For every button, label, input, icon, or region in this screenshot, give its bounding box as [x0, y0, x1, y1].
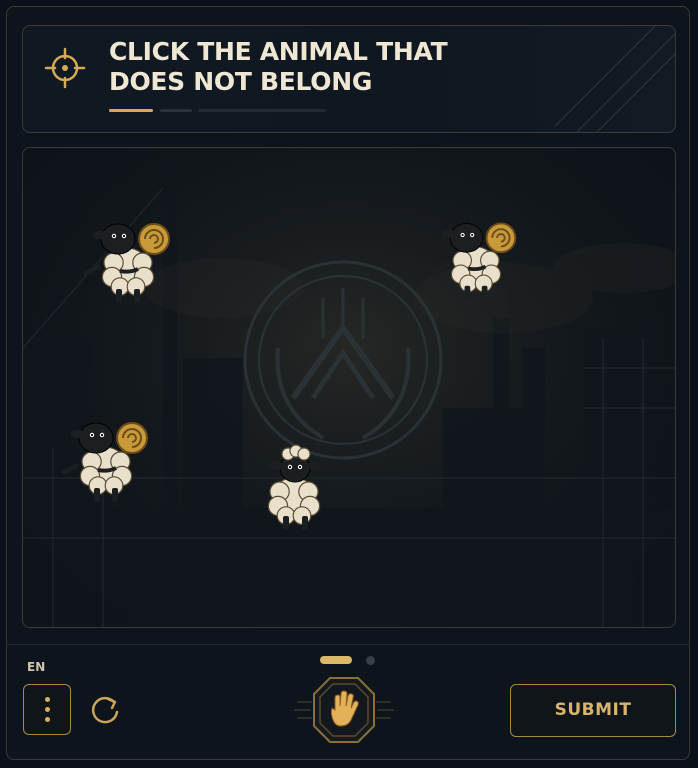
title-line-1: CLICK THE ANIMAL THAT: [109, 37, 448, 66]
animal-sheep-odd-one-out[interactable]: [258, 440, 332, 534]
title-line-2: DOES NOT BELONG: [109, 67, 373, 96]
progress-segment: [160, 109, 192, 112]
progress-segment: [198, 109, 326, 112]
footer-divider: [6, 644, 690, 645]
animal-ram-1[interactable]: [80, 209, 176, 309]
animal-ram-2[interactable]: [430, 209, 522, 305]
page-indicator-active[interactable]: [320, 656, 352, 664]
challenge-title: CLICK THE ANIMAL THAT DOES NOT BELONG: [109, 37, 509, 97]
page-indicator[interactable]: [366, 656, 375, 665]
animal-ram-3[interactable]: [58, 406, 154, 510]
submit-button[interactable]: SUBMIT: [510, 684, 676, 737]
progress-segment-active: [109, 109, 153, 112]
reload-icon[interactable]: [88, 693, 122, 727]
crosshair-target-icon: [44, 47, 86, 89]
menu-button[interactable]: [23, 684, 71, 735]
language-selector[interactable]: EN: [27, 660, 45, 674]
hand-badge: [294, 677, 394, 743]
header-decoration: [555, 26, 675, 132]
